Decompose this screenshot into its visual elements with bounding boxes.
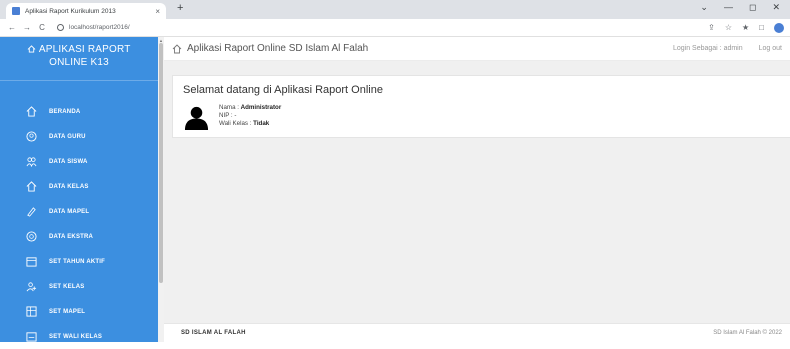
sidebar-item-label: DATA KELAS <box>49 183 89 190</box>
back-icon[interactable]: ← <box>6 23 18 32</box>
main-content: Selamat datang di Aplikasi Raport Online… <box>164 61 790 323</box>
home-outline-icon <box>28 45 36 53</box>
tab-search-icon[interactable]: ⌄ <box>700 2 708 13</box>
url-text: localhost/raport2016/ <box>69 24 130 31</box>
sidebar-item-data-kelas[interactable]: DATA KELAS <box>0 174 158 199</box>
group-icon <box>26 156 37 167</box>
sidebar-item-data-ekstra[interactable]: DATA EKSTRA <box>0 224 158 249</box>
sidebar-title[interactable]: APLIKASI RAPORT ONLINE K13 <box>0 37 158 69</box>
sidebar-item-label: SET MAPEL <box>49 308 86 315</box>
footer-copyright: SD Islam Al Falah © 2022 <box>713 330 782 336</box>
browser-tabstrip: Aplikasi Raport Kurikulum 2013 × + ⌄ — ◻… <box>0 0 790 19</box>
sidebar-item-label: SET WALI KELAS <box>49 333 103 340</box>
sidebar-item-label: DATA SISWA <box>49 158 88 165</box>
sidebar-item-set-mapel[interactable]: SET MAPEL <box>0 299 158 324</box>
sidebar-item-data-mapel[interactable]: DATA MAPEL <box>0 199 158 224</box>
class-icon <box>26 181 37 192</box>
sidebar-item-beranda[interactable]: BERANDA <box>0 99 158 124</box>
sidebar-title-line1: APLIKASI RAPORT <box>38 44 131 55</box>
sidebar-item-set-wali-kelas[interactable]: SET WALI KELAS <box>0 324 158 349</box>
logout-link[interactable]: Log out <box>759 45 782 52</box>
nip-line: NIP : - <box>219 112 237 119</box>
new-tab-button[interactable]: + <box>177 2 183 14</box>
sidebar-item-label: SET KELAS <box>49 283 85 290</box>
welcome-heading: Selamat datang di Aplikasi Raport Online <box>183 84 383 96</box>
book-icon <box>26 206 37 217</box>
scrollbar-thumb[interactable] <box>159 43 163 283</box>
topbar: Aplikasi Raport Online SD Islam Al Falah… <box>164 37 790 61</box>
extensions-icon[interactable]: ★ <box>742 23 749 32</box>
user-avatar-icon <box>184 106 209 130</box>
wali-value: Tidak <box>253 120 270 127</box>
sidebar-item-label: DATA EKSTRA <box>49 233 94 240</box>
sidebar-item-set-tahun-aktif[interactable]: SET TAHUN AKTIF <box>0 249 158 274</box>
login-status: Login Sebagai : admin <box>672 45 743 52</box>
browser-tab[interactable]: Aplikasi Raport Kurikulum 2013 × <box>6 3 166 19</box>
minimize-icon[interactable]: — <box>724 2 733 13</box>
name-line: Nama : Administrator <box>219 104 281 112</box>
forward-icon[interactable]: → <box>21 23 33 32</box>
page-title: Aplikasi Raport Online SD Islam Al Falah <box>187 43 369 54</box>
sidebar-item-label: SET TAHUN AKTIF <box>49 258 105 265</box>
sidebar-item-label: DATA MAPEL <box>49 208 90 215</box>
wali-label: Wali Kelas : <box>219 120 254 127</box>
name-value: Administrator <box>240 104 282 111</box>
address-bar: ← → C localhost/raport2016/ ⇪ ☆ ★ □ <box>0 19 790 37</box>
user-add-icon <box>26 281 37 292</box>
address-bar-actions: ⇪ ☆ ★ □ <box>708 22 784 33</box>
footer-school-name: SD ISLAM AL FALAH <box>181 330 246 336</box>
user-info: Nama : Administrator NIP : - Wali Kelas … <box>219 104 281 128</box>
home-outline-icon <box>172 43 182 53</box>
favicon-icon <box>12 7 20 15</box>
footer: SD ISLAM AL FALAH SD Islam Al Falah © 20… <box>164 323 790 342</box>
profile-avatar[interactable] <box>774 22 784 33</box>
close-window-icon[interactable]: ✕ <box>772 2 780 13</box>
share-icon[interactable]: ⇪ <box>708 23 715 32</box>
sidebar-divider <box>0 80 158 81</box>
bookmark-icon[interactable]: ☆ <box>725 23 732 32</box>
sidebar-item-label: DATA GURU <box>49 133 86 140</box>
tab-close-icon[interactable]: × <box>155 7 160 16</box>
sidebar-item-data-guru[interactable]: DATA GURU <box>0 124 158 149</box>
home-icon <box>26 106 37 117</box>
reload-icon[interactable]: C <box>36 23 48 32</box>
wali-line: Wali Kelas : Tidak <box>219 120 281 128</box>
tab-title: Aplikasi Raport Kurikulum 2013 <box>25 7 116 15</box>
sidebar-item-data-siswa[interactable]: DATA SISWA <box>0 149 158 174</box>
name-label: Nama : <box>219 104 241 111</box>
sidebar-title-line2: ONLINE K13 <box>49 57 109 68</box>
sidebar-item-set-kelas[interactable]: SET KELAS <box>0 274 158 299</box>
welcome-card: Selamat datang di Aplikasi Raport Online… <box>172 75 790 138</box>
url-field[interactable]: localhost/raport2016/ <box>57 24 130 31</box>
sidebar: APLIKASI RAPORT ONLINE K13 BERANDA DATA … <box>0 37 158 342</box>
site-info-icon[interactable] <box>57 24 64 31</box>
card-icon <box>26 331 37 342</box>
topbar-right: Login Sebagai : admin Log out <box>673 45 790 52</box>
calendar-icon <box>26 256 37 267</box>
sidebar-item-label: BERANDA <box>49 108 81 115</box>
sidebar-menu: BERANDA DATA GURU DATA SISWA DATA KELAS … <box>0 99 158 349</box>
person-icon <box>26 131 37 142</box>
circle-icon <box>26 231 37 242</box>
window-controls: ⌄ — ◻ ✕ <box>700 2 780 13</box>
side-panel-icon[interactable]: □ <box>759 23 764 32</box>
grid-icon <box>26 306 37 317</box>
maximize-icon[interactable]: ◻ <box>749 2 756 13</box>
